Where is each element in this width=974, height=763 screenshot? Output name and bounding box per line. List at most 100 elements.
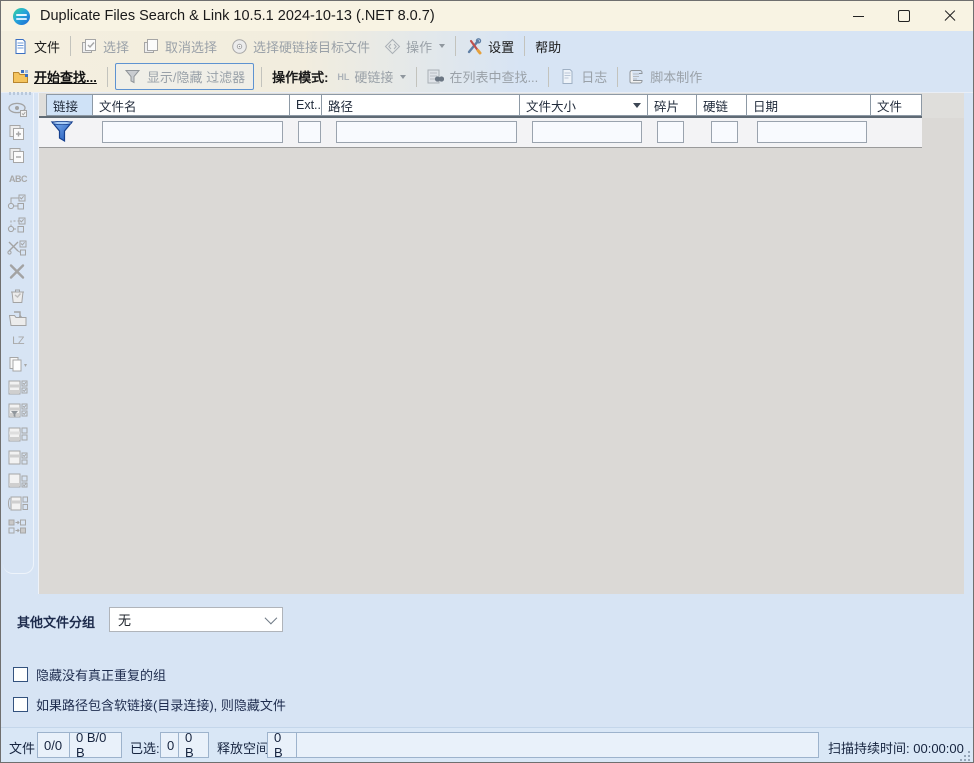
copy-button[interactable]: [7, 356, 29, 373]
hide-no-duplicates-checkbox-row[interactable]: 隐藏没有真正重复的组: [13, 665, 166, 684]
toggle-filter-button[interactable]: 显示/隐藏 过滤器: [115, 63, 254, 90]
group-bracket-button[interactable]: [7, 495, 29, 512]
log-document-icon: [559, 68, 576, 85]
move-to-folder-button[interactable]: [7, 310, 29, 327]
file-icon: [12, 38, 29, 55]
group-select-a-button[interactable]: [7, 449, 29, 466]
toolbar-grip[interactable]: [9, 92, 33, 95]
select-add-pages-button[interactable]: [7, 124, 29, 141]
grouping-combobox[interactable]: 无: [109, 607, 283, 632]
toggle-preview-button[interactable]: [7, 101, 29, 118]
filter-filesize-input[interactable]: [532, 121, 642, 143]
column-header-file[interactable]: 文件: [870, 94, 922, 116]
column-header-link[interactable]: 链接: [46, 94, 93, 116]
active-funnel-icon[interactable]: [50, 120, 74, 146]
column-header-hardlinks[interactable]: 硬链: [696, 94, 747, 116]
chevron-down-icon: [265, 612, 278, 625]
start-search-label: 开始查找...: [34, 67, 97, 86]
link-select-a-button[interactable]: [7, 194, 29, 211]
menu-settings[interactable]: 设置: [459, 37, 521, 56]
x-delete-icon: [7, 263, 29, 280]
close-button[interactable]: [927, 1, 973, 31]
left-sidebar: ABC LZ: [1, 93, 38, 594]
lz-icon: LZ: [12, 335, 24, 347]
mode-hardlink-dropdown[interactable]: HL 硬链接: [335, 67, 413, 86]
minimize-icon: [853, 16, 864, 17]
resize-grip[interactable]: [960, 751, 970, 761]
disc-target-icon: [231, 38, 248, 55]
minimize-button[interactable]: [835, 1, 881, 31]
results-empty-body[interactable]: [39, 148, 964, 594]
group-bracket-icon: [7, 495, 29, 512]
cut-links-button[interactable]: [7, 240, 29, 257]
free-space-value: 0 B: [274, 730, 290, 760]
mode-value-label: 硬链接: [354, 67, 393, 86]
script-scroll-icon: [628, 68, 645, 85]
find-in-list-icon: [427, 68, 444, 85]
column-header-filename[interactable]: 文件名: [92, 94, 290, 116]
bottom-options-panel: 其他文件分组 无 隐藏没有真正重复的组 如果路径包含软链接(目录连接), 则隐藏…: [1, 594, 973, 727]
selected-size-box: 0 B: [178, 732, 209, 758]
selected-count-value: 0: [167, 738, 174, 753]
files-count-box: 0/0: [37, 732, 70, 758]
selected-label: 已选:: [130, 738, 160, 757]
hide-no-duplicates-label: 隐藏没有真正重复的组: [36, 665, 166, 684]
menu-operations-label: 操作: [406, 37, 432, 56]
log-button[interactable]: 日志: [552, 67, 614, 86]
select-by-name-button[interactable]: ABC: [7, 171, 29, 188]
column-header-filename-label: 文件名: [99, 96, 137, 115]
window-controls: [835, 1, 973, 31]
deselect-pages-button[interactable]: [7, 147, 29, 164]
delete-button[interactable]: [7, 263, 29, 280]
filter-hardlinks-input[interactable]: [711, 121, 738, 143]
chevron-down-icon: [400, 75, 406, 79]
menu-help[interactable]: 帮助: [528, 37, 568, 56]
column-header-fragments-label: 碎片: [654, 96, 679, 115]
filter-path-input[interactable]: [336, 121, 517, 143]
replace-swap-button[interactable]: [7, 518, 29, 535]
recycle-bin-button[interactable]: [7, 287, 29, 304]
menu-select[interactable]: 选择: [74, 37, 136, 56]
group-filter-button[interactable]: [7, 402, 29, 419]
checkbox-unchecked-icon[interactable]: [13, 667, 28, 682]
start-search-button[interactable]: 开始查找...: [5, 67, 104, 86]
group-list-button[interactable]: [7, 379, 29, 396]
column-header-fragments[interactable]: 碎片: [647, 94, 697, 116]
hide-softlink-label: 如果路径包含软链接(目录连接), 则隐藏文件: [36, 695, 286, 714]
menu-operations[interactable]: 操作: [377, 37, 452, 56]
filter-fragments-input[interactable]: [657, 121, 684, 143]
maximize-button[interactable]: [881, 1, 927, 31]
lz-compress-button[interactable]: LZ: [7, 333, 29, 350]
grouping-label: 其他文件分组: [17, 612, 95, 631]
column-header-filesize[interactable]: 文件大小: [519, 94, 648, 116]
action-toolbar: 开始查找... 显示/隐藏 过滤器 操作模式: HL 硬链接 在列表中查找...…: [1, 61, 973, 93]
column-header-path-label: 路径: [328, 96, 353, 115]
group-select-b-button[interactable]: [7, 472, 29, 489]
separator: [416, 67, 417, 87]
link-select-b-button[interactable]: [7, 217, 29, 234]
scripting-label: 脚本制作: [650, 67, 702, 86]
menu-deselect[interactable]: 取消选择: [136, 37, 224, 56]
filter-filename-input[interactable]: [102, 121, 283, 143]
menu-toolbar: 文件 选择 取消选择 选择硬链接目标文件 操作 设置 帮助: [1, 31, 973, 61]
scripting-button[interactable]: 脚本制作: [621, 67, 709, 86]
settings-tools-icon: [466, 38, 483, 55]
filter-ext-input[interactable]: [298, 121, 321, 143]
column-header-date[interactable]: 日期: [746, 94, 871, 116]
hide-softlink-checkbox-row[interactable]: 如果路径包含软链接(目录连接), 则隐藏文件: [13, 695, 286, 714]
menu-file[interactable]: 文件: [5, 37, 67, 56]
menu-help-label: 帮助: [535, 37, 561, 56]
column-header-ext[interactable]: Ext...: [289, 94, 322, 116]
column-header-path[interactable]: 路径: [321, 94, 520, 116]
operations-diamond-icon: [384, 38, 401, 55]
find-in-list-button[interactable]: 在列表中查找...: [420, 67, 545, 86]
log-label: 日志: [581, 67, 607, 86]
filter-date-input[interactable]: [757, 121, 867, 143]
menu-select-hardlink-targets[interactable]: 选择硬链接目标文件: [224, 37, 377, 56]
copy-pages-icon: [7, 356, 29, 373]
selected-count-box: 0: [160, 732, 179, 758]
column-header-date-label: 日期: [753, 96, 778, 115]
group-list-alt-button[interactable]: [7, 426, 29, 443]
checkbox-unchecked-icon[interactable]: [13, 697, 28, 712]
hardlink-hl-icon: HL: [337, 73, 349, 81]
